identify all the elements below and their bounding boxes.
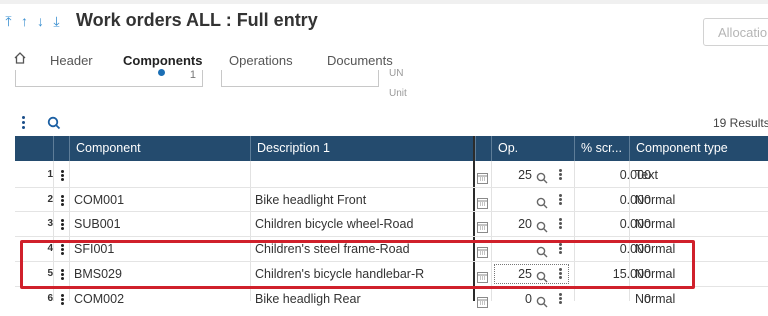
tab-operations[interactable]: Operations (229, 53, 293, 68)
page-title: Work orders ALL : Full entry (76, 10, 318, 30)
op-cell[interactable] (489, 188, 532, 212)
top-strip (0, 0, 768, 4)
op-menu-icon[interactable] (559, 218, 562, 230)
header-op[interactable]: Op. (491, 136, 574, 161)
component-cell[interactable]: SUB001 (74, 212, 244, 236)
calendar-icon[interactable] (477, 292, 488, 316)
last-record-icon[interactable]: ⤓ (51, 13, 62, 30)
unit-value: UN (389, 68, 404, 79)
description-cell[interactable]: Children bicycle wheel-Road (255, 212, 467, 236)
table-row[interactable]: 3 SUB001 Children bicycle wheel-Road 20 … (15, 212, 768, 236)
component-cell[interactable] (74, 163, 244, 187)
first-record-icon[interactable]: ⤒ (3, 13, 14, 30)
op-menu-icon[interactable] (559, 194, 562, 206)
component-type-cell[interactable]: Text (635, 163, 765, 187)
component-type-cell[interactable]: Normal (635, 287, 765, 311)
row-menu-icon[interactable] (61, 195, 64, 207)
component-type-cell[interactable]: Normal (635, 188, 765, 212)
highlight-box (20, 240, 695, 289)
op-cell[interactable]: 20 (489, 212, 532, 236)
table-row[interactable]: 1 25 0.000 Text (15, 163, 768, 187)
quantity-field[interactable]: 1 (15, 69, 203, 87)
record-navigation: ⤒ ↑ ↓ ⤓ (3, 13, 62, 30)
row-menu-icon[interactable] (61, 219, 64, 231)
table-row[interactable]: 2 COM001 Bike headlight Front 0.000 Norm… (15, 188, 768, 212)
component-cell[interactable]: COM002 (74, 287, 244, 311)
component-type-cell[interactable]: Normal (635, 212, 765, 236)
slider-handle[interactable] (158, 69, 165, 76)
row-number: 1 (47, 169, 53, 180)
description-cell[interactable] (255, 163, 467, 187)
component-cell[interactable]: COM001 (74, 188, 244, 212)
results-count: 19 Results (713, 116, 768, 130)
quantity-value: 1 (189, 69, 196, 81)
description-cell[interactable]: Bike headligh Rear (255, 287, 467, 311)
previous-record-icon[interactable]: ↑ (19, 13, 30, 30)
tab-header[interactable]: Header (50, 53, 93, 68)
header-component-type[interactable]: Component type (629, 136, 768, 161)
unit-label: Unit (389, 88, 407, 99)
header-actions (53, 136, 69, 161)
header-component[interactable]: Component (69, 136, 250, 161)
table-search-icon[interactable] (47, 116, 61, 135)
op-menu-icon[interactable] (559, 169, 562, 181)
secondary-field[interactable] (221, 70, 379, 87)
allocation-button[interactable]: Allocatio (703, 18, 768, 46)
op-cell[interactable]: 25 (489, 163, 532, 187)
header-description[interactable]: Description 1 (250, 136, 473, 161)
table-menu-icon[interactable] (22, 116, 26, 130)
tab-bar: Header Components Operations Documents (0, 50, 768, 70)
header-calendar (475, 136, 491, 161)
table-row[interactable]: 6 COM002 Bike headligh Rear 0 0 Normal (15, 287, 768, 311)
row-menu-icon[interactable] (61, 294, 64, 306)
op-search-icon[interactable] (536, 292, 548, 316)
next-record-icon[interactable]: ↓ (35, 13, 46, 30)
header-row-number (15, 136, 53, 161)
row-number: 6 (47, 293, 53, 304)
op-cell[interactable]: 0 (489, 287, 532, 311)
row-number: 3 (47, 218, 53, 229)
home-icon[interactable] (13, 51, 27, 70)
tab-documents[interactable]: Documents (327, 53, 393, 68)
row-menu-icon[interactable] (61, 170, 64, 182)
op-menu-icon[interactable] (559, 293, 562, 305)
header-scrap[interactable]: % scr... (574, 136, 629, 161)
table-header: Component Description 1 Op. % scr... Com… (15, 136, 768, 161)
description-cell[interactable]: Bike headlight Front (255, 188, 467, 212)
tab-components[interactable]: Components (123, 53, 202, 68)
row-number: 2 (47, 194, 53, 205)
